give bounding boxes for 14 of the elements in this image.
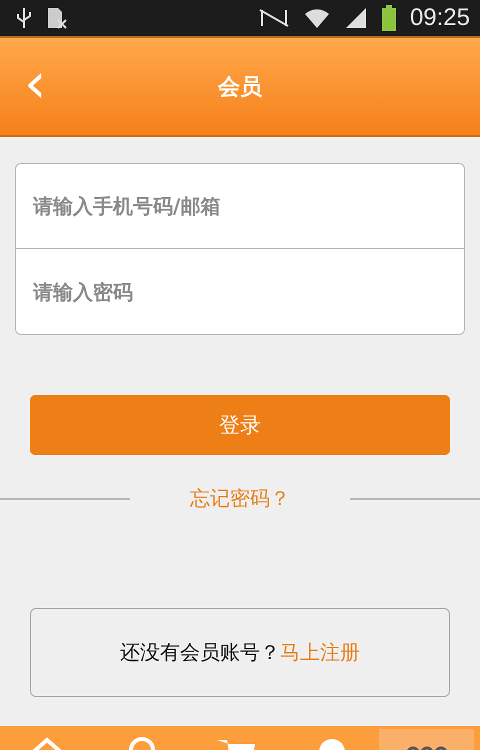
usb-icon [16,6,32,30]
clock-time: 09:25 [410,4,470,32]
back-button[interactable]: ‹ [18,62,52,106]
battery-icon [382,5,396,31]
register-prompt: 还没有会员账号？ [120,639,280,666]
sim-card-icon [46,6,68,30]
forgot-password-link[interactable]: 忘记密码？ [190,485,290,512]
input-field[interactable]: 请输入手机号码/邮箱 [15,163,465,249]
signal-icon [344,6,368,30]
tab-item[interactable] [379,729,474,750]
input-field[interactable]: 请输入密码 [15,249,465,335]
register-link[interactable]: 马上注册 [280,639,360,666]
page-title: 会员 [218,74,262,102]
login-button[interactable]: 登录 [30,395,450,455]
